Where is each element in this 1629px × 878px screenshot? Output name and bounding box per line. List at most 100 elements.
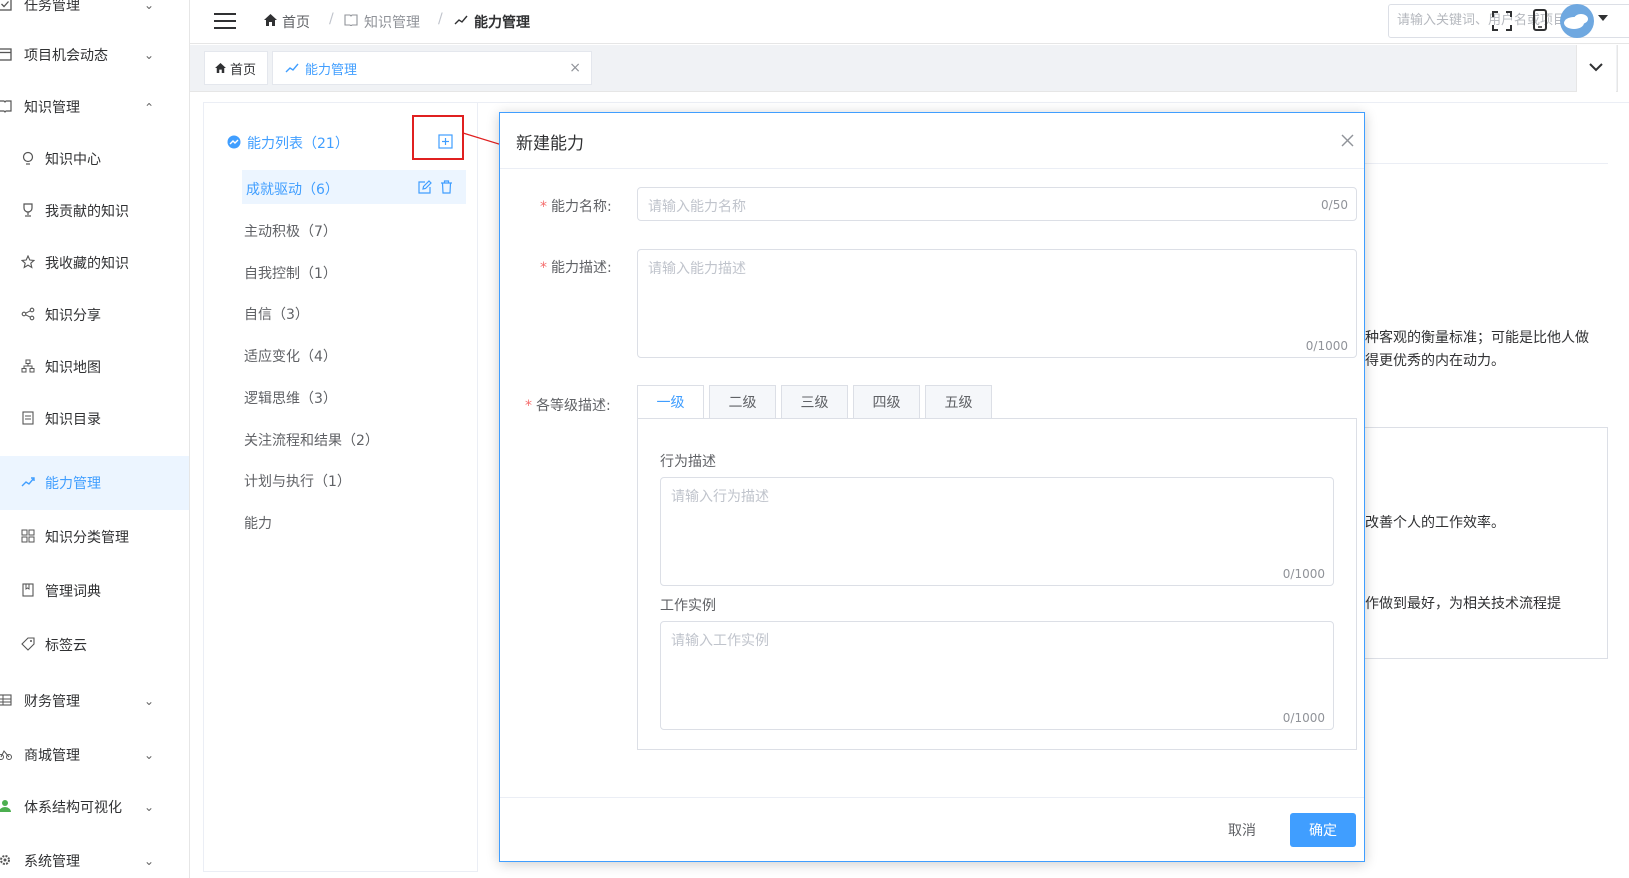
book-icon (344, 14, 358, 26)
tab-close-icon[interactable]: × (569, 60, 581, 76)
char-counter: 0/1000 (1282, 567, 1325, 581)
sidebar-item-project-dynamics[interactable]: 项目机会动态 ⌄ (0, 28, 189, 82)
char-counter: 0/50 (1321, 198, 1348, 212)
cancel-button[interactable]: 取消 (1212, 813, 1272, 847)
tree-node[interactable]: 逻辑思维（3） (244, 388, 337, 408)
tabs-dropdown-button[interactable] (1576, 45, 1616, 92)
background-text: 作做到最好，为相关技术流程提 (1365, 596, 1561, 612)
placeholder-text: 请输入能力名称 (648, 199, 746, 215)
tab-label: 首页 (230, 62, 257, 78)
tab-ability-management[interactable]: 能力管理 × (272, 51, 592, 85)
table-icon (0, 693, 14, 709)
levels-label: * 各等级描述: (525, 398, 611, 414)
tree-node[interactable]: 自信（3） (244, 304, 309, 324)
breadcrumb-knowledge[interactable]: 知识管理 (364, 12, 420, 32)
tree-node[interactable]: 主动积极（7） (244, 221, 337, 241)
tree-node[interactable]: 计划与执行（1） (244, 471, 351, 491)
sidebar-item-label: 知识目录 (45, 412, 101, 428)
home-icon (264, 14, 277, 26)
background-text: 种客观的衡量标准；可能是比他人做 (1365, 330, 1589, 346)
sidebar-item-knowledge-center[interactable]: 知识中心 (0, 132, 189, 186)
chevron-down-icon: ⌄ (143, 854, 154, 868)
sidebar-item-knowledge-catalog[interactable]: 知识目录 (0, 392, 189, 446)
behavior-label: 行为描述 (660, 454, 716, 470)
tree-node[interactable]: 适应变化（4） (244, 346, 337, 366)
sidebar-item-mall[interactable]: 商城管理 ⌄ (0, 728, 189, 782)
background-card (1365, 427, 1608, 659)
ability-icon (227, 135, 241, 149)
divider (1365, 163, 1608, 164)
tree-node[interactable]: 自我控制（1） (244, 263, 337, 283)
sidebar-item-knowledge-management[interactable]: 知识管理 ⌄ (0, 80, 189, 134)
tree-node-selected[interactable]: 成就驱动（6） (242, 170, 466, 204)
sidebar-item-tag-cloud[interactable]: 标签云 (0, 618, 189, 672)
dictionary-icon (21, 583, 37, 599)
delete-icon[interactable] (440, 180, 453, 194)
tab-level-5[interactable]: 五级 (925, 385, 992, 419)
close-icon[interactable] (1341, 134, 1354, 147)
sidebar-item-architecture[interactable]: 体系结构可视化 ⌄ (0, 780, 189, 834)
ability-desc-textarea[interactable]: 请输入能力描述 0/1000 (637, 249, 1357, 358)
confirm-button[interactable]: 确定 (1290, 813, 1356, 847)
breadcrumb-separator: / (329, 11, 334, 27)
chevron-up-icon: ⌄ (143, 100, 154, 114)
divider (500, 168, 1364, 169)
tree-root-label: 能力列表（21） (247, 136, 349, 152)
hamburger-icon[interactable] (214, 12, 236, 30)
tag-icon (21, 637, 37, 653)
chevron-down-icon: ⌄ (143, 800, 154, 814)
char-counter: 0/1000 (1305, 339, 1348, 353)
tab-home[interactable]: 首页 (204, 51, 268, 85)
sidebar-item-label: 管理词典 (45, 584, 101, 600)
fullscreen-icon[interactable] (1492, 11, 1512, 31)
sidebar-item-label: 任务管理 (24, 0, 80, 14)
sidebar-item-label: 知识地图 (45, 360, 101, 376)
list-icon (21, 411, 37, 427)
background-text: 改善个人的工作效率。 (1365, 515, 1505, 531)
breadcrumb-home[interactable]: 首页 (282, 12, 310, 32)
chevron-down-icon: ⌄ (143, 748, 154, 762)
edit-icon[interactable] (418, 180, 432, 194)
tree-node[interactable]: 关注流程和结果（2） (244, 430, 379, 450)
sidebar-item-label: 系统管理 (24, 854, 80, 870)
sidebar-item-system[interactable]: 系统管理 ⌄ (0, 834, 189, 878)
caret-down-icon[interactable] (1598, 15, 1608, 21)
bulb-icon (21, 151, 37, 167)
new-ability-dialog: 新建能力 * 能力名称: 请输入能力名称 0/50 * 能力描述: 请输入能力描述 … (499, 112, 1365, 862)
tabs-more-button[interactable] (1617, 45, 1629, 92)
search-input[interactable] (1397, 5, 1629, 35)
sidebar-item-knowledge-map[interactable]: 知识地图 (0, 340, 189, 394)
sitemap-icon (21, 359, 37, 375)
add-ability-button[interactable] (438, 134, 453, 149)
sidebar-item-dictionary[interactable]: 管理词典 (0, 564, 189, 618)
name-label: * 能力名称: (540, 199, 612, 215)
sidebar-item-label: 能力管理 (45, 476, 101, 492)
placeholder-text: 请输入能力描述 (648, 261, 746, 277)
sidebar-item-my-favorites[interactable]: 我收藏的知识 (0, 236, 189, 290)
person-icon (0, 799, 14, 815)
tree-node[interactable]: 能力 (244, 513, 272, 533)
tab-level-2[interactable]: 二级 (709, 385, 776, 419)
trend-icon (21, 475, 37, 491)
calendar-icon (0, 47, 14, 63)
sidebar: 任务管理 ⌄ 项目机会动态 ⌄ 知识管理 ⌄ 知识中心 我贡献的知识 我收藏的知… (0, 0, 190, 878)
mobile-icon[interactable] (1533, 9, 1547, 31)
divider (500, 797, 1364, 798)
tab-level-3[interactable]: 三级 (781, 385, 848, 419)
behavior-textarea[interactable]: 请输入行为描述 0/1000 (660, 477, 1334, 586)
sidebar-item-finance[interactable]: 财务管理 ⌄ (0, 674, 189, 728)
checkbox-icon (0, 0, 14, 13)
sidebar-item-label: 商城管理 (24, 748, 80, 764)
sidebar-item-label: 我贡献的知识 (45, 204, 129, 220)
background-text: 得更优秀的内在动力。 (1365, 353, 1505, 369)
example-textarea[interactable]: 请输入工作实例 0/1000 (660, 621, 1334, 730)
ability-name-input[interactable]: 请输入能力名称 0/50 (637, 187, 1357, 221)
sidebar-item-my-contributions[interactable]: 我贡献的知识 (0, 184, 189, 238)
avatar[interactable] (1560, 3, 1594, 39)
sidebar-item-ability-management[interactable]: 能力管理 (0, 456, 189, 510)
sidebar-item-category-management[interactable]: 知识分类管理 (0, 510, 189, 564)
tab-level-4[interactable]: 四级 (853, 385, 920, 419)
tab-level-1[interactable]: 一级 (637, 385, 704, 419)
share-icon (21, 307, 37, 323)
sidebar-item-knowledge-share[interactable]: 知识分享 (0, 288, 189, 342)
